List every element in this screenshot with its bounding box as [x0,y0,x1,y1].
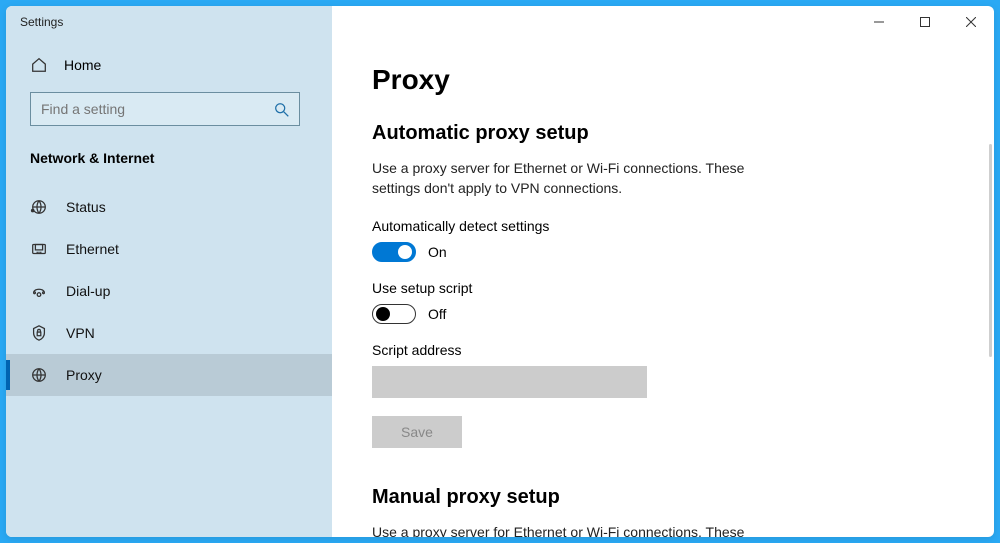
window-title: Settings [20,15,63,29]
auto-heading: Automatic proxy setup [372,122,954,145]
maximize-button[interactable] [902,6,948,38]
minimize-button[interactable] [856,6,902,38]
sidebar-category: Network & Internet [6,134,332,176]
sidebar-home-label: Home [64,57,101,73]
detect-label: Automatically detect settings [372,218,954,234]
toggle-knob [376,307,390,321]
globe-network-icon [30,198,48,216]
titlebar: Settings [6,6,994,38]
sidebar-item-proxy[interactable]: Proxy [6,354,332,396]
search-input[interactable] [41,101,273,117]
sidebar-item-label: Proxy [66,367,102,383]
home-icon [30,56,48,74]
script-addr-label: Script address [372,342,954,358]
page-title: Proxy [372,64,954,96]
manual-heading: Manual proxy setup [372,486,954,509]
search-wrap [6,84,332,134]
script-toggle[interactable] [372,304,416,324]
minimize-icon [874,17,884,27]
manual-desc: Use a proxy server for Ethernet or Wi-Fi… [372,523,792,537]
sidebar-home[interactable]: Home [6,46,332,84]
shield-lock-icon [30,324,48,342]
close-icon [966,17,976,27]
script-label: Use setup script [372,280,954,296]
sidebar-item-vpn[interactable]: VPN [6,312,332,354]
sidebar-item-label: Ethernet [66,241,119,257]
sidebar-item-ethernet[interactable]: Ethernet [6,228,332,270]
close-button[interactable] [948,6,994,38]
dialup-icon [30,282,48,300]
sidebar-item-label: Status [66,199,106,215]
window-controls [856,6,994,38]
globe-icon [30,366,48,384]
toggle-knob [398,245,412,259]
auto-desc: Use a proxy server for Ethernet or Wi-Fi… [372,159,792,198]
ethernet-icon [30,240,48,258]
save-button[interactable]: Save [372,416,462,448]
sidebar-item-status[interactable]: Status [6,186,332,228]
sidebar-item-label: VPN [66,325,95,341]
sidebar-item-label: Dial-up [66,283,110,299]
settings-window: Settings Home [6,6,994,537]
script-toggle-row: Off [372,304,954,324]
content-wrap: Proxy Automatic proxy setup Use a proxy … [332,38,994,537]
sidebar: Home Network & Internet [6,6,332,537]
detect-toggle-row: On [372,242,954,262]
detect-state: On [428,244,447,260]
search-icon [273,101,289,117]
detect-toggle[interactable] [372,242,416,262]
script-address-input[interactable] [372,366,647,398]
search-box[interactable] [30,92,300,126]
content-scroll[interactable]: Proxy Automatic proxy setup Use a proxy … [332,38,994,537]
sidebar-navlist: Status Ethernet Dial-up [6,176,332,396]
script-state: Off [428,306,446,322]
maximize-icon [920,17,930,27]
scrollbar[interactable] [989,144,992,357]
sidebar-item-dialup[interactable]: Dial-up [6,270,332,312]
window-body: Home Network & Internet [6,38,994,537]
